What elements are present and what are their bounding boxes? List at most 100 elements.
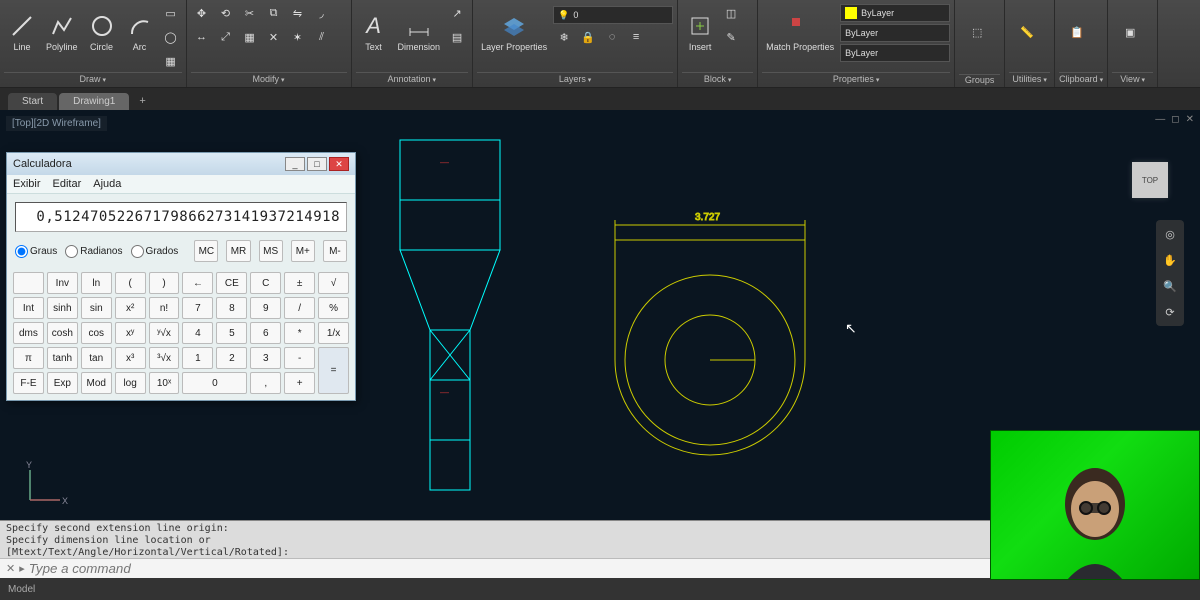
nav-zoom-button[interactable]: 🔍 xyxy=(1160,276,1180,296)
calc-key-mc[interactable]: MC xyxy=(194,240,218,262)
measure-button[interactable]: 📏 xyxy=(1009,2,1045,62)
calc-key-1[interactable]: 1 xyxy=(182,347,213,369)
draw-ellipse-button[interactable]: ◯ xyxy=(160,26,182,48)
draw-hatch-button[interactable]: ▦ xyxy=(160,50,182,72)
nav-wheel-button[interactable]: ◎ xyxy=(1160,224,1180,244)
calc-key-6[interactable]: 6 xyxy=(250,322,281,344)
leader-button[interactable]: ↗ xyxy=(446,2,468,24)
panel-title-utilities[interactable]: Utilities xyxy=(1009,72,1050,85)
calc-key-8[interactable]: 8 xyxy=(216,297,247,319)
circle-button[interactable]: Circle xyxy=(84,2,120,62)
calc-key-x²[interactable]: x² xyxy=(115,297,146,319)
calc-key-*[interactable]: * xyxy=(284,322,315,344)
calc-key-mr[interactable]: MR xyxy=(226,240,250,262)
erase-button[interactable]: ✕ xyxy=(263,26,285,48)
calc-key--[interactable]: - xyxy=(284,347,315,369)
calc-key-ln[interactable]: ln xyxy=(81,272,112,294)
calc-key-)[interactable]: ) xyxy=(149,272,180,294)
panel-title-groups[interactable]: Groups xyxy=(959,74,1000,85)
calc-mode-degrees[interactable]: Graus xyxy=(15,245,57,258)
calc-key-/[interactable]: / xyxy=(284,297,315,319)
block-create-button[interactable]: ◫ xyxy=(720,2,742,24)
calc-key-0[interactable]: 0 xyxy=(182,372,247,394)
viewcube[interactable]: TOP xyxy=(1120,150,1180,210)
panel-title-draw[interactable]: Draw xyxy=(4,72,182,85)
calc-key-([interactable]: ( xyxy=(115,272,146,294)
offset-button[interactable]: ⫽ xyxy=(311,26,333,48)
calc-key-ʸ√x[interactable]: ʸ√x xyxy=(149,322,180,344)
calc-key-+[interactable]: + xyxy=(284,372,315,394)
calc-key-10ˣ[interactable]: 10ˣ xyxy=(149,372,180,394)
calc-mode-grads[interactable]: Grados xyxy=(131,245,179,258)
calc-key-ms[interactable]: MS xyxy=(259,240,283,262)
panel-title-layers[interactable]: Layers xyxy=(477,72,673,85)
calc-key-Int[interactable]: Int xyxy=(13,297,44,319)
tab-start[interactable]: Start xyxy=(8,93,57,110)
rotate-button[interactable]: ⟲ xyxy=(215,2,237,24)
calc-minimize-button[interactable]: _ xyxy=(285,157,305,171)
calc-key-dms[interactable]: dms xyxy=(13,322,44,344)
nav-orbit-button[interactable]: ⟳ xyxy=(1160,302,1180,322)
array-button[interactable]: ▦ xyxy=(239,26,261,48)
calc-key-9[interactable]: 9 xyxy=(250,297,281,319)
scale-button[interactable]: ⤢ xyxy=(215,26,237,48)
calc-key-π[interactable]: π xyxy=(13,347,44,369)
table-button[interactable]: ▤ xyxy=(446,26,468,48)
text-button[interactable]: A Text xyxy=(356,2,392,62)
group-button[interactable]: ⬚ xyxy=(959,2,995,62)
layer-freeze-button[interactable]: ❄ xyxy=(553,26,575,48)
calc-key-±[interactable]: ± xyxy=(284,272,315,294)
lineweight-dropdown[interactable]: ByLayer xyxy=(840,24,950,42)
calc-menu-help[interactable]: Ajuda xyxy=(93,178,121,190)
calc-key-x³[interactable]: x³ xyxy=(115,347,146,369)
calculator-window[interactable]: Calculadora _ □ ✕ Exibir Editar Ajuda 0,… xyxy=(6,152,356,401)
calc-key-tan[interactable]: tan xyxy=(81,347,112,369)
move-button[interactable]: ✥ xyxy=(191,2,213,24)
calc-key-Mod[interactable]: Mod xyxy=(81,372,112,394)
layer-match-button[interactable]: ≡ xyxy=(625,26,647,48)
new-tab-button[interactable]: + xyxy=(131,92,153,110)
paste-button[interactable]: 📋 xyxy=(1059,2,1095,62)
calc-key-³√x[interactable]: ³√x xyxy=(149,347,180,369)
dimension-button[interactable]: Dimension xyxy=(394,2,445,62)
calc-key-n![interactable]: n! xyxy=(149,297,180,319)
calc-menu-view[interactable]: Exibir xyxy=(13,178,41,190)
calc-key-4[interactable]: 4 xyxy=(182,322,213,344)
mirror-button[interactable]: ⇋ xyxy=(287,2,309,24)
calc-key-5[interactable]: 5 xyxy=(216,322,247,344)
calc-key-xʸ[interactable]: xʸ xyxy=(115,322,146,344)
stretch-button[interactable]: ↔ xyxy=(191,26,213,48)
calculator-titlebar[interactable]: Calculadora _ □ ✕ xyxy=(7,153,355,175)
arc-button[interactable]: Arc xyxy=(122,2,158,62)
panel-title-properties[interactable]: Properties xyxy=(762,72,950,85)
calc-key-2[interactable]: 2 xyxy=(216,347,247,369)
trim-button[interactable]: ✂ xyxy=(239,2,261,24)
nav-pan-button[interactable]: ✋ xyxy=(1160,250,1180,270)
draw-rect-button[interactable]: ▭ xyxy=(160,2,182,24)
calc-key-CE[interactable]: CE xyxy=(216,272,247,294)
panel-title-modify[interactable]: Modify xyxy=(191,72,347,85)
panel-title-clipboard[interactable]: Clipboard xyxy=(1059,72,1103,85)
copy-button[interactable]: ⧉ xyxy=(263,2,285,24)
view-base-button[interactable]: ▣ xyxy=(1112,2,1148,62)
panel-title-annotation[interactable]: Annotation xyxy=(356,72,469,85)
calc-key-C[interactable]: C xyxy=(250,272,281,294)
calc-key-mminus[interactable]: M- xyxy=(323,240,347,262)
calc-key-,[interactable]: , xyxy=(250,372,281,394)
calc-key-3[interactable]: 3 xyxy=(250,347,281,369)
calc-key-log[interactable]: log xyxy=(115,372,146,394)
calc-key-7[interactable]: 7 xyxy=(182,297,213,319)
polyline-button[interactable]: Polyline xyxy=(42,2,82,62)
calc-maximize-button[interactable]: □ xyxy=(307,157,327,171)
calc-key-F-E[interactable]: F-E xyxy=(13,372,44,394)
block-edit-button[interactable]: ✎ xyxy=(720,26,742,48)
calc-key-sinh[interactable]: sinh xyxy=(47,297,78,319)
calc-key-sin[interactable]: sin xyxy=(81,297,112,319)
calc-key-Exp[interactable]: Exp xyxy=(47,372,78,394)
calc-key-cosh[interactable]: cosh xyxy=(47,322,78,344)
explode-button[interactable]: ✶ xyxy=(287,26,309,48)
calc-key-mplus[interactable]: M+ xyxy=(291,240,315,262)
calc-key-1/x[interactable]: 1/x xyxy=(318,322,349,344)
calc-key-%[interactable]: % xyxy=(318,297,349,319)
calc-key-√[interactable]: √ xyxy=(318,272,349,294)
